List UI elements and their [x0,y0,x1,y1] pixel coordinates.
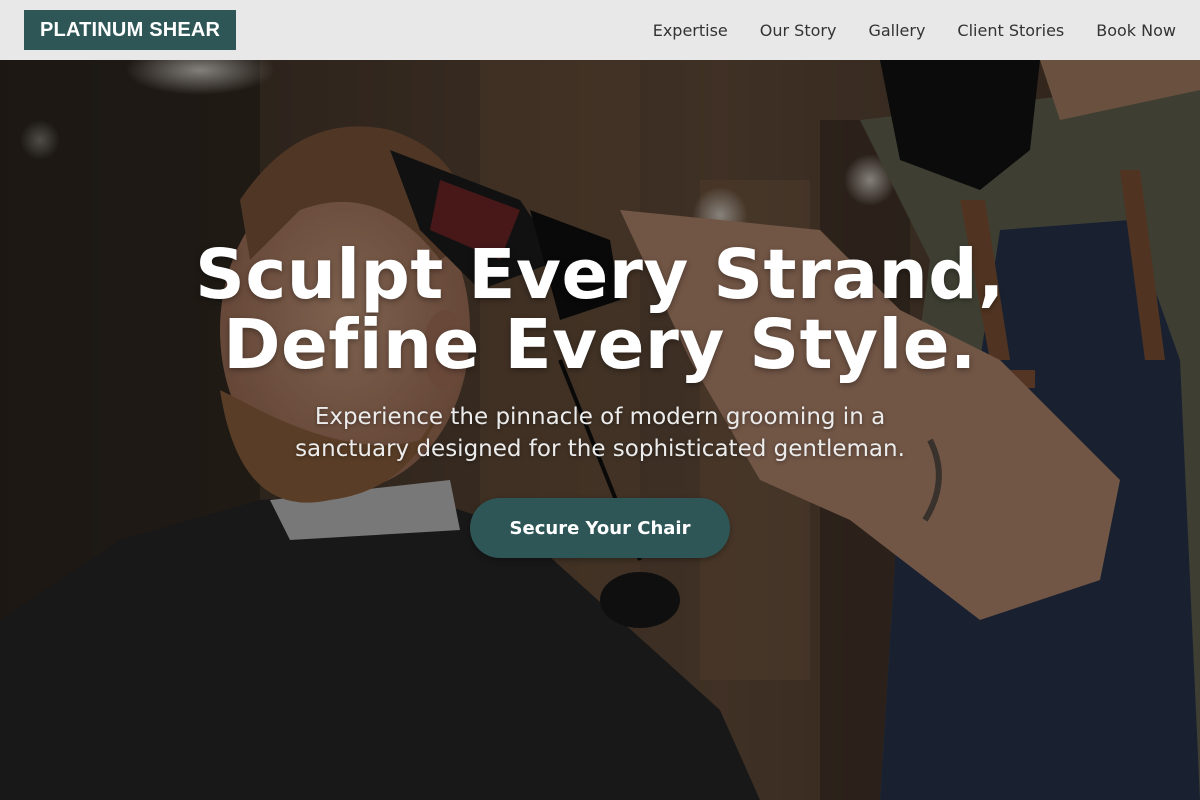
nav-link-gallery[interactable]: Gallery [868,21,925,40]
nav-link-our-story[interactable]: Our Story [760,21,837,40]
brand-logo[interactable]: PLATINUM SHEAR [24,10,237,50]
nav-link-book-now[interactable]: Book Now [1096,21,1176,40]
hero-headline: Sculpt Every Strand, Define Every Style. [0,240,1200,380]
hero-headline-line-2: Define Every Style. [223,305,977,385]
main-nav: Expertise Our Story Gallery Client Stori… [621,21,1176,40]
nav-link-expertise[interactable]: Expertise [653,21,728,40]
landing-page: PLATINUM SHEAR Expertise Our Story Galle… [0,0,1200,800]
hero-headline-line-1: Sculpt Every Strand, [195,235,1005,315]
hero-subheadline: Experience the pinnacle of modern groomi… [295,404,905,462]
secure-your-chair-button[interactable]: Secure Your Chair [470,498,730,558]
hero-content: Sculpt Every Strand, Define Every Style.… [0,60,1200,800]
site-header: PLATINUM SHEAR Expertise Our Story Galle… [0,0,1200,60]
nav-link-client-stories[interactable]: Client Stories [957,21,1064,40]
